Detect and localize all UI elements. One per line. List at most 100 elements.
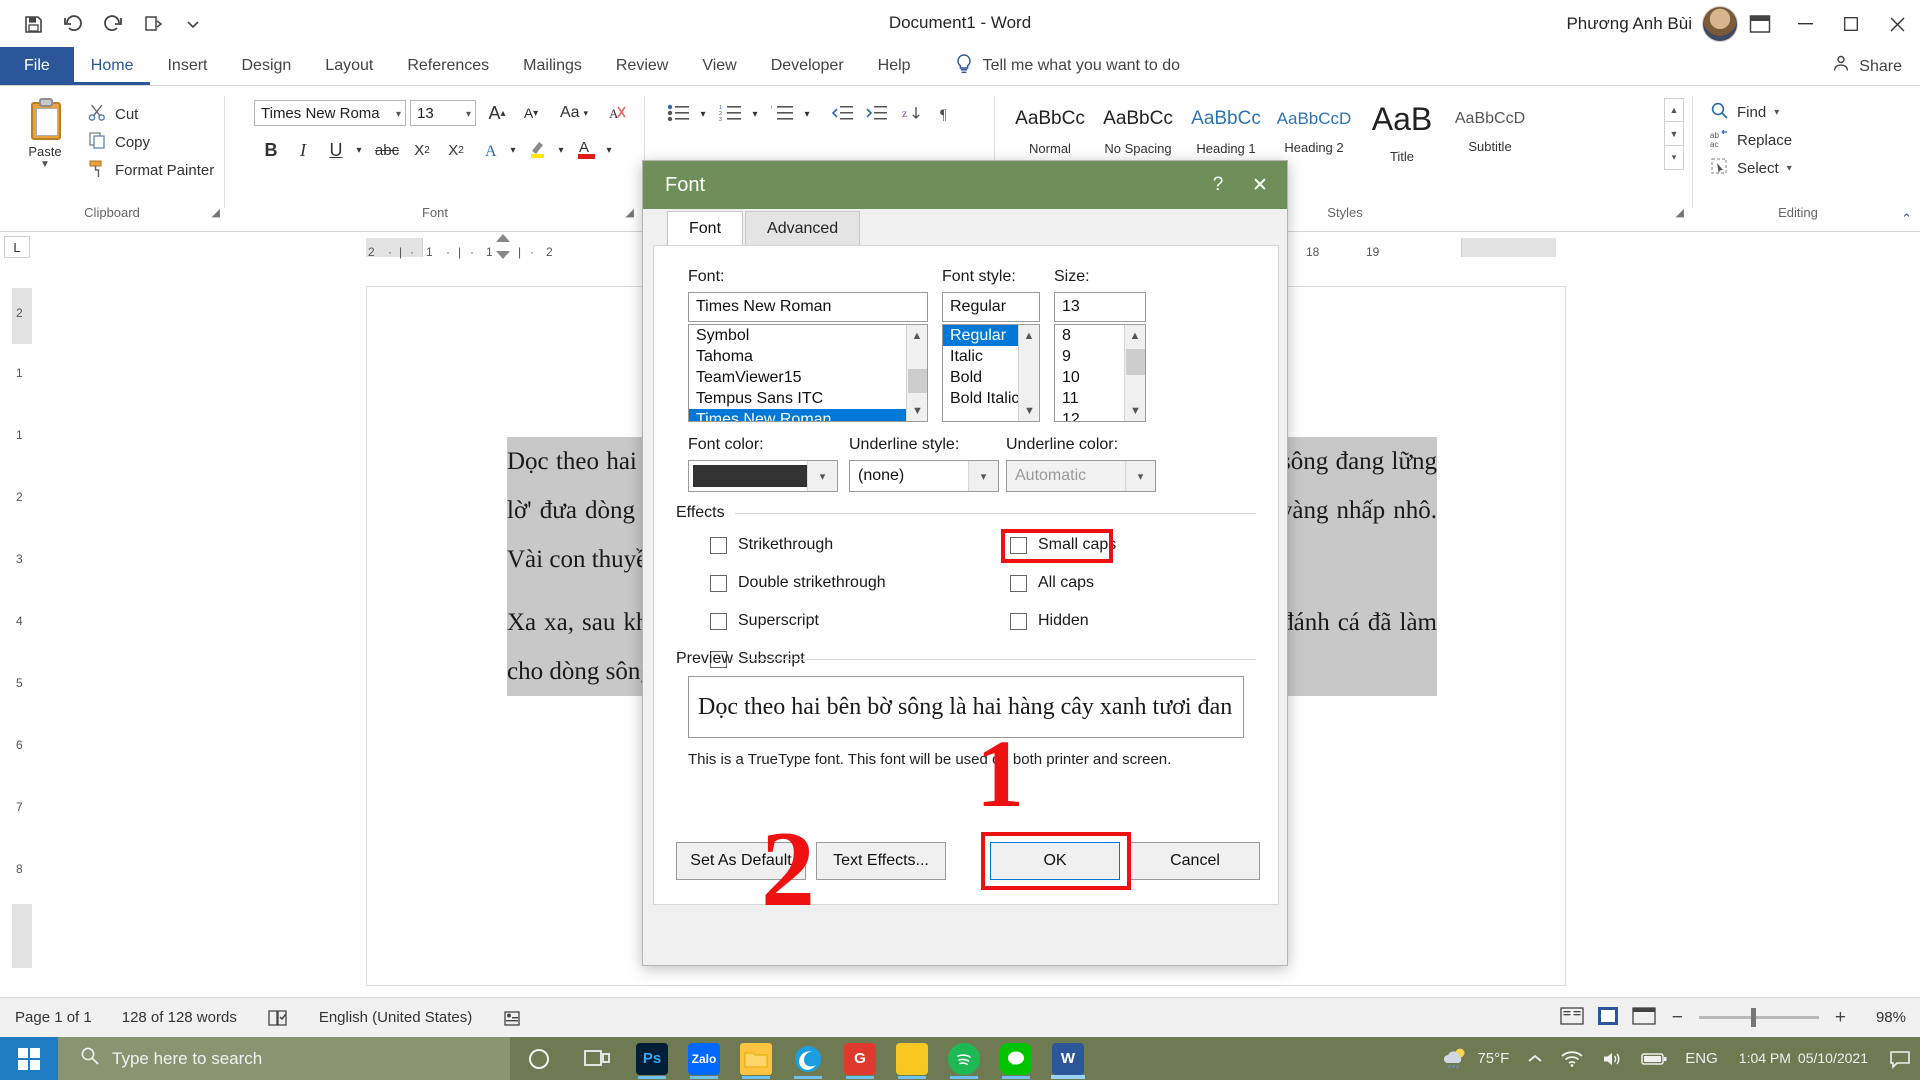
print-layout-icon[interactable] [1596,1006,1620,1030]
tab-advanced[interactable]: Advanced [745,211,861,245]
select-dropdown-icon[interactable]: ▾ [1787,163,1792,174]
weather-widget[interactable]: 75°F [1433,1037,1518,1080]
tab-selector-button[interactable]: L [4,236,30,258]
ok-button[interactable]: OK [990,842,1120,880]
font-list-item[interactable]: Tahoma [689,346,927,367]
chevron-down-icon[interactable]: ▾ [968,461,998,491]
checkbox-box[interactable] [710,574,727,592]
checkbox-double-strikethrough[interactable]: Double strikethrough [710,570,886,596]
language-indicator-taskbar[interactable]: ENG [1676,1037,1727,1080]
web-layout-icon[interactable] [1632,1006,1656,1030]
numbering-icon[interactable]: 123 [714,100,748,126]
taskbar-app-sticky-notes[interactable] [886,1037,938,1080]
proofing-icon[interactable] [252,1008,304,1028]
chevron-down-icon[interactable]: ▾ [807,461,837,491]
shrink-font-button[interactable]: A ▾ [516,100,546,126]
task-view-icon[interactable] [568,1037,626,1080]
tab-layout[interactable]: Layout [308,47,390,85]
word-count[interactable]: 128 of 128 words [107,1009,252,1026]
scroll-down-icon[interactable]: ▼ [1019,400,1039,421]
increase-indent-icon[interactable] [860,100,892,126]
ribbon-display-options-icon[interactable] [1738,2,1782,46]
copy-button[interactable]: Copy [84,128,214,156]
checkbox-box[interactable] [710,536,727,554]
tab-home[interactable]: Home [73,47,151,85]
font-color-icon[interactable]: A [572,134,602,164]
tab-font[interactable]: Font [667,211,744,245]
restore-button[interactable] [1828,0,1874,48]
subscript-button[interactable]: X2 [406,136,438,164]
show-hidden-icons-button[interactable] [1518,1037,1552,1080]
style-heading-1[interactable]: AaBbCc Heading 1 [1182,96,1270,168]
cut-button[interactable]: Cut [84,100,214,128]
start-icon[interactable] [0,1037,58,1080]
scroll-up-icon[interactable]: ▲ [1019,325,1039,346]
superscript-button[interactable]: X2 [440,136,472,164]
clear-formatting-icon[interactable]: A [602,100,632,126]
bullets-dropdown-icon[interactable]: ▾ [696,104,710,124]
find-dropdown-icon[interactable]: ▾ [1774,107,1779,118]
cortana-icon[interactable] [510,1037,568,1080]
styles-scroll-up[interactable]: ▲ [1664,98,1684,122]
scroll-up-icon[interactable]: ▲ [1125,325,1145,346]
decrease-indent-icon[interactable] [826,100,858,126]
numbering-dropdown-icon[interactable]: ▾ [748,104,762,124]
styles-scroll-down[interactable]: ▼ [1664,122,1684,146]
language-indicator[interactable]: English (United States) [304,1009,487,1026]
size-list-scrollbar[interactable]: ▲ ▼ [1124,325,1145,421]
customize-quick-access-toolbar-icon[interactable] [174,6,212,42]
zoom-in-button[interactable]: + [1831,1007,1850,1029]
font-color-dropdown-icon[interactable]: ▾ [602,140,616,160]
text-effects-icon[interactable]: A [478,136,506,164]
checkbox-strikethrough[interactable]: Strikethrough [710,532,886,558]
tab-review[interactable]: Review [599,47,685,85]
select-button[interactable]: Select ▾ [1706,154,1792,182]
vertical-ruler[interactable]: 2 1 1 2 3 4 5 6 7 8 [12,288,32,968]
font-dialog-launcher[interactable]: ◢ [626,206,634,219]
tab-insert[interactable]: Insert [150,47,224,85]
styles-dialog-launcher[interactable]: ◢ [1676,206,1684,219]
checkbox-box[interactable] [1010,612,1027,630]
page-indicator[interactable]: Page 1 of 1 [0,1009,107,1026]
scrollbar-thumb[interactable] [908,369,927,393]
font-list[interactable]: Symbol Tahoma TeamViewer15 Tempus Sans I… [688,324,928,422]
strikethrough-button[interactable]: abc [370,136,404,164]
zoom-slider[interactable] [1698,1008,1819,1027]
taskbar-app-spotify[interactable] [938,1037,990,1080]
touch-mode-icon[interactable] [134,6,172,42]
minimize-button[interactable] [1782,0,1828,48]
text-effects-dropdown-icon[interactable]: ▾ [506,140,520,160]
taskbar-app-edge[interactable] [782,1037,834,1080]
underline-style-combo[interactable]: (none) ▾ [849,460,999,492]
multilevel-list-icon[interactable]: i [766,100,800,126]
tab-help[interactable]: Help [861,47,928,85]
close-icon[interactable]: ✕ [1239,164,1281,206]
scroll-up-icon[interactable]: ▲ [907,325,927,346]
font-size-combo[interactable]: 13 ▾ [410,100,476,126]
font-name-input[interactable]: Times New Roman [688,292,928,322]
clipboard-dialog-launcher[interactable]: ◢ [212,206,220,219]
clock[interactable]: 1:04 PM 05/10/2021 [1727,1037,1880,1080]
scroll-down-icon[interactable]: ▼ [907,400,927,421]
checkbox-superscript[interactable]: Superscript [710,608,886,634]
checkbox-box[interactable] [710,612,727,630]
first-line-indent-marker[interactable] [496,234,510,242]
taskbar-app-line[interactable] [990,1037,1042,1080]
notification-icon[interactable] [1880,1037,1920,1080]
italic-button[interactable]: I [288,136,318,164]
checkbox-hidden[interactable]: Hidden [1010,608,1116,634]
tab-developer[interactable]: Developer [754,47,861,85]
font-size-list[interactable]: 8 9 10 11 12 ▲ ▼ [1054,324,1146,422]
search-input[interactable]: Type here to search [58,1037,510,1080]
text-effects-button[interactable]: Text Effects... [816,842,946,880]
cancel-button[interactable]: Cancel [1130,842,1260,880]
tell-me-box[interactable]: Tell me what you want to do [954,47,1180,85]
format-painter-button[interactable]: Format Painter [84,156,214,184]
zoom-level-label[interactable]: 98% [1862,1009,1906,1026]
highlight-dropdown-icon[interactable]: ▾ [554,140,568,160]
wifi-icon[interactable] [1552,1037,1592,1080]
taskbar-app-foxit-pdf[interactable]: G [834,1037,886,1080]
sort-icon[interactable]: z [898,100,928,126]
close-button[interactable] [1874,0,1920,48]
replace-button[interactable]: ab ac Replace [1706,126,1792,154]
